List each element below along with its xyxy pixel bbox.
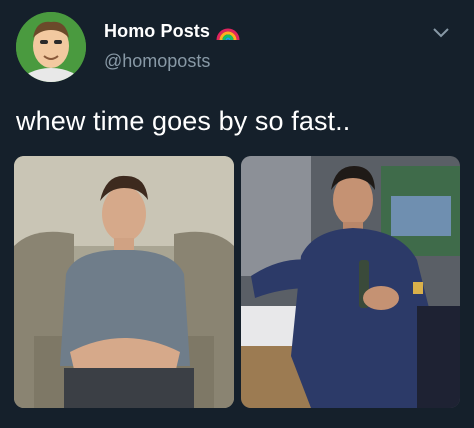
media-grid <box>14 156 460 408</box>
handle[interactable]: @homoposts <box>104 51 210 72</box>
name-row: Homo Posts <box>104 20 240 42</box>
tweet[interactable]: Homo Posts @homoposts whew time goes by … <box>0 0 474 428</box>
avatar[interactable] <box>16 12 86 82</box>
chevron-down-icon[interactable] <box>432 26 450 38</box>
photo-then[interactable] <box>14 156 234 408</box>
cartoon-man-avatar-icon <box>16 12 86 82</box>
rainbow-icon <box>216 20 240 42</box>
display-name[interactable]: Homo Posts <box>104 21 210 42</box>
tweet-text: whew time goes by so fast.. <box>16 106 351 136</box>
photo-icon <box>241 156 460 408</box>
photo-icon <box>14 156 234 408</box>
photo-now[interactable] <box>241 156 460 408</box>
